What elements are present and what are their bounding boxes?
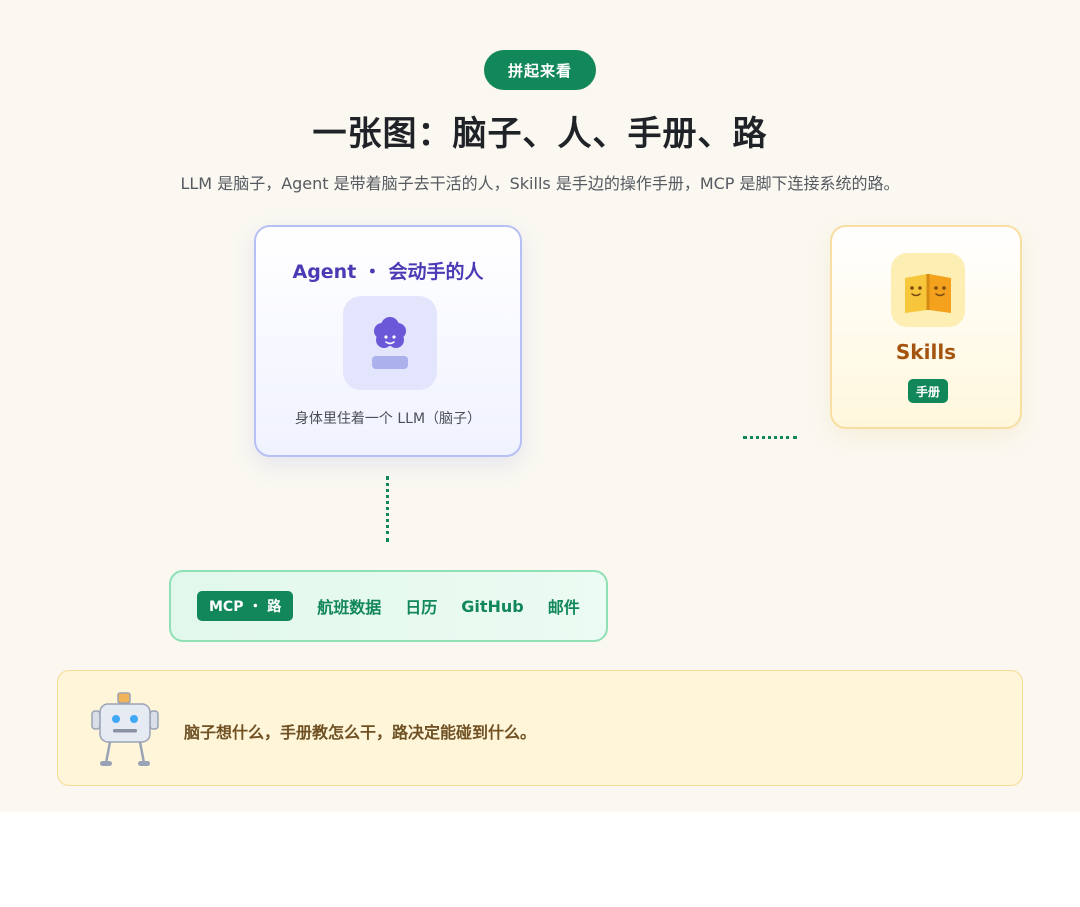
mcp-item-calendar: 日历: [405, 598, 438, 617]
agent-card-title: Agent ・ 会动手的人: [292, 261, 484, 283]
agent-icon-tile: [343, 296, 437, 390]
skills-card: Skills 手册: [830, 225, 1022, 429]
person-icon: [372, 317, 408, 369]
note-text: 脑子想什么，手册教怎么干，路决定能碰到什么。: [184, 723, 537, 742]
agent-card: Agent ・ 会动手的人 身体里住着一个 LLM（脑子）: [254, 225, 522, 457]
open-book-icon: [905, 274, 951, 313]
section-pill: 拼起来看: [484, 50, 596, 90]
page-subtitle: LLM 是脑子，Agent 是带着脑子去干活的人，Skills 是手边的操作手册…: [180, 174, 900, 193]
skills-badge: 手册: [908, 379, 948, 403]
robot-icon: [91, 692, 159, 766]
mcp-item-github: GitHub: [461, 596, 524, 616]
skills-card-title: Skills: [895, 340, 957, 364]
agent-card-caption: 身体里住着一个 LLM（脑子）: [294, 411, 482, 427]
mcp-bar: MCP ・ 路 航班数据 日历 GitHub 邮件: [169, 570, 608, 642]
page-title: 一张图：脑子、人、手册、路: [312, 114, 768, 154]
connector-dots-vertical: [386, 476, 389, 542]
skills-icon-tile: [891, 253, 965, 327]
mcp-tag: MCP ・ 路: [197, 591, 294, 621]
mcp-item-flights: 航班数据: [317, 598, 382, 617]
note-callout: 脑子想什么，手册教怎么干，路决定能碰到什么。: [57, 670, 1023, 786]
diagram-canvas: 拼起来看 一张图：脑子、人、手册、路 LLM 是脑子，Agent 是带着脑子去干…: [0, 0, 1080, 812]
connector-dots-horizontal: [743, 436, 797, 439]
mcp-item-email: 邮件: [547, 598, 580, 617]
